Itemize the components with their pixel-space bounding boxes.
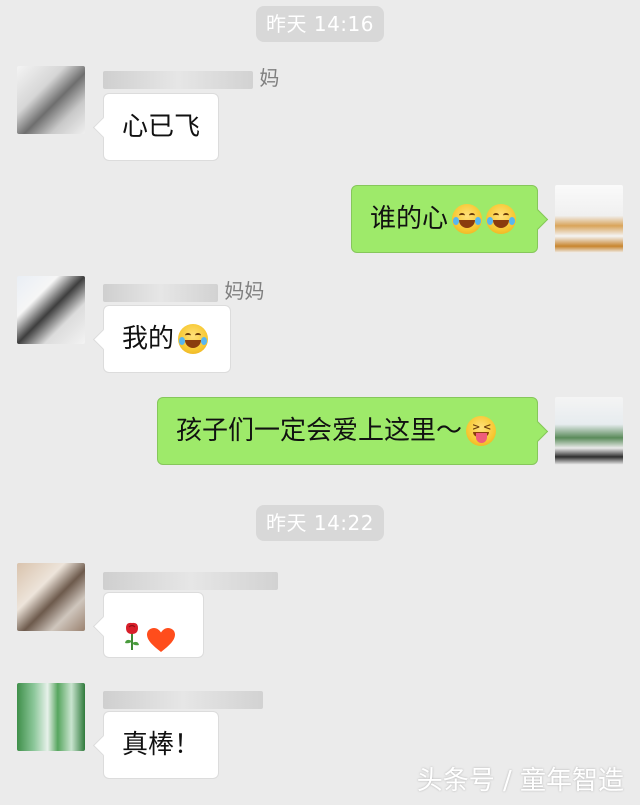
message-text: 谁的心 bbox=[370, 204, 449, 234]
message-text: 我的 bbox=[122, 324, 175, 354]
redacted-name bbox=[103, 571, 278, 590]
message-text: 心已飞 bbox=[122, 112, 201, 142]
sender-name: 妈 bbox=[103, 62, 279, 91]
redacted-name bbox=[103, 283, 218, 302]
heart-emoji bbox=[146, 612, 176, 652]
avatar[interactable] bbox=[555, 397, 623, 465]
message-bubble[interactable]: 孩子们一定会爱上这里～ > < bbox=[157, 397, 538, 465]
message-bubble[interactable]: 心已飞 bbox=[103, 93, 219, 161]
message-text: 真棒！ bbox=[122, 730, 201, 760]
avatar[interactable] bbox=[555, 185, 623, 253]
avatar[interactable] bbox=[17, 563, 85, 631]
squinting-tongue-emoji: > < bbox=[466, 416, 497, 446]
laughing-crying-emoji bbox=[178, 324, 209, 354]
message-bubble[interactable]: 真棒！ bbox=[103, 711, 219, 779]
message-bubble[interactable]: 我的 bbox=[103, 305, 231, 373]
rose-emoji bbox=[122, 610, 142, 650]
laughing-crying-emoji bbox=[486, 204, 517, 234]
laughing-crying-emoji bbox=[452, 204, 483, 234]
avatar[interactable] bbox=[17, 66, 85, 134]
avatar[interactable] bbox=[17, 276, 85, 344]
sender-name: 妈妈 bbox=[103, 275, 264, 304]
message-text: 孩子们一定会爱上这里～ bbox=[176, 416, 463, 446]
sender-name-text: 妈妈 bbox=[224, 279, 265, 303]
redacted-name bbox=[103, 690, 263, 709]
sender-name bbox=[103, 567, 278, 591]
message-bubble[interactable]: 谁的心 bbox=[351, 185, 538, 253]
watermark: 头条号 / 童年智造 bbox=[416, 766, 624, 796]
message-bubble[interactable] bbox=[103, 592, 204, 658]
avatar[interactable] bbox=[17, 683, 85, 751]
timestamp-divider: 昨天 14:16 bbox=[256, 6, 384, 42]
timestamp-divider: 昨天 14:22 bbox=[256, 505, 384, 541]
sender-name bbox=[103, 686, 263, 710]
sender-name-text: 妈 bbox=[259, 66, 280, 90]
redacted-name bbox=[103, 70, 253, 89]
